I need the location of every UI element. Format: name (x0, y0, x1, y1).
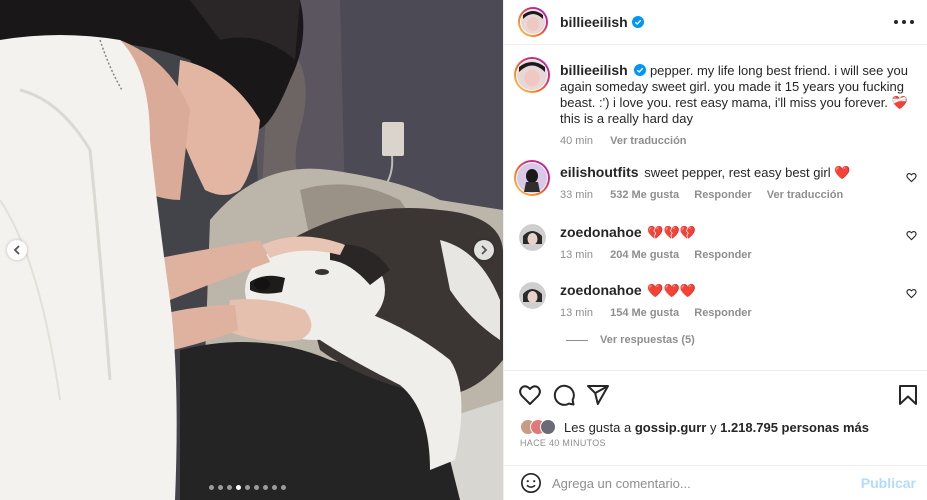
mending-heart-emoji: ❤️‍🩹 (891, 95, 908, 110)
post-header: billieeilish (504, 0, 927, 45)
comment: zoedonahoe 💔💔💔 13 min 204 Me gusta Respo… (560, 224, 890, 264)
verified-badge-icon (634, 64, 647, 76)
view-replies-label: Ver respuestas (5) (600, 334, 695, 346)
likes-count-link[interactable]: 1.218.795 personas más (720, 420, 869, 435)
header-username[interactable]: billieeilish (560, 14, 628, 30)
comment-likes[interactable]: 204 Me gusta (610, 249, 679, 261)
post-actions: Les gusta a gossip.gurr y 1.218.795 pers… (504, 370, 927, 500)
emoji-icon[interactable] (520, 472, 542, 494)
avatar (519, 224, 546, 251)
publish-button[interactable]: Publicar (861, 475, 916, 491)
post-image (0, 0, 503, 500)
comment-reply-button[interactable]: Responder (694, 189, 751, 201)
ellipsis-icon (894, 20, 898, 24)
comment-likes[interactable]: 532 Me gusta (610, 189, 679, 201)
comment: zoedonahoe ❤️❤️❤️ 13 min 154 Me gusta Re… (560, 282, 890, 322)
view-replies-button[interactable]: Ver respuestas (5) (566, 334, 695, 346)
post-detail-panel: billieeilish billieeilish pepper. my lif… (503, 0, 927, 500)
comment: eilishoutfits sweet pepper, rest easy be… (560, 164, 890, 204)
carousel-dot (218, 485, 223, 490)
comment-username[interactable]: zoedonahoe (560, 282, 642, 298)
comment-text: sweet pepper, rest easy best girl (644, 165, 831, 180)
comment-time: 13 min (560, 249, 594, 261)
heart-icon[interactable] (906, 172, 917, 183)
comment-reply-button[interactable]: Responder (694, 249, 751, 261)
comment-avatar-ring[interactable] (514, 160, 550, 196)
broken-heart-emoji: 💔💔💔 (647, 225, 696, 240)
red-heart-emoji: ❤️❤️❤️ (647, 283, 696, 298)
comment-username[interactable]: zoedonahoe (560, 224, 642, 240)
caption-time: 40 min (560, 135, 594, 147)
verified-badge-icon (631, 16, 644, 28)
carousel-dot (209, 485, 214, 490)
avatar (521, 10, 545, 34)
caption-username[interactable]: billieeilish (560, 62, 628, 78)
avatar (519, 282, 546, 309)
caption-text-end: this is a really hard day (560, 111, 693, 126)
post-timestamp: HACE 40 MINUTOS (520, 438, 606, 448)
comment-icon[interactable] (552, 383, 576, 407)
heart-icon[interactable] (518, 383, 542, 407)
avatar (517, 163, 547, 193)
heart-icon[interactable] (906, 288, 917, 299)
more-options-button[interactable] (894, 14, 914, 30)
carousel-dots (209, 485, 286, 490)
story-ring[interactable] (518, 7, 548, 37)
replies-divider (566, 339, 588, 341)
carousel-dot (272, 485, 277, 490)
likes-prefix: Les gusta a (564, 419, 632, 435)
carousel-dot (227, 485, 232, 490)
comment-time: 13 min (560, 307, 594, 319)
likes-summary: Les gusta a gossip.gurr y 1.218.795 pers… (520, 419, 869, 435)
carousel-dot (281, 485, 286, 490)
avatar (517, 60, 547, 90)
bookmark-icon[interactable] (896, 383, 920, 407)
likes-conj: y (709, 419, 717, 435)
carousel-dot (254, 485, 259, 490)
avatar (540, 419, 556, 435)
comment-likes[interactable]: 154 Me gusta (610, 307, 679, 319)
add-comment-bar: Publicar (504, 465, 927, 500)
comment-username[interactable]: eilishoutfits (560, 164, 639, 180)
caption-avatar-ring[interactable] (514, 57, 550, 93)
heart-icon[interactable] (906, 230, 917, 241)
post-photo[interactable] (0, 0, 503, 500)
caption-translate-link[interactable]: Ver traducción (610, 135, 686, 147)
carousel-prev-button[interactable] (7, 240, 27, 260)
likes-user-link[interactable]: gossip.gurr (635, 420, 707, 435)
carousel-dot (263, 485, 268, 490)
carousel-dot (245, 485, 250, 490)
comment-time: 33 min (560, 189, 594, 201)
carousel-next-button[interactable] (474, 240, 494, 260)
comment-reply-button[interactable]: Responder (694, 307, 751, 319)
liker-avatars (520, 419, 560, 435)
comment-translate-link[interactable]: Ver traducción (767, 189, 843, 201)
share-icon[interactable] (586, 383, 610, 407)
carousel-dot (236, 485, 241, 490)
red-heart-emoji: ❤️ (834, 165, 851, 180)
comment-avatar[interactable] (519, 224, 546, 251)
post-caption: billieeilish pepper. my life long best f… (560, 62, 910, 149)
comment-input[interactable] (552, 472, 852, 494)
comment-avatar[interactable] (519, 282, 546, 309)
chevron-right-icon (481, 245, 488, 255)
chevron-left-icon (13, 245, 20, 255)
